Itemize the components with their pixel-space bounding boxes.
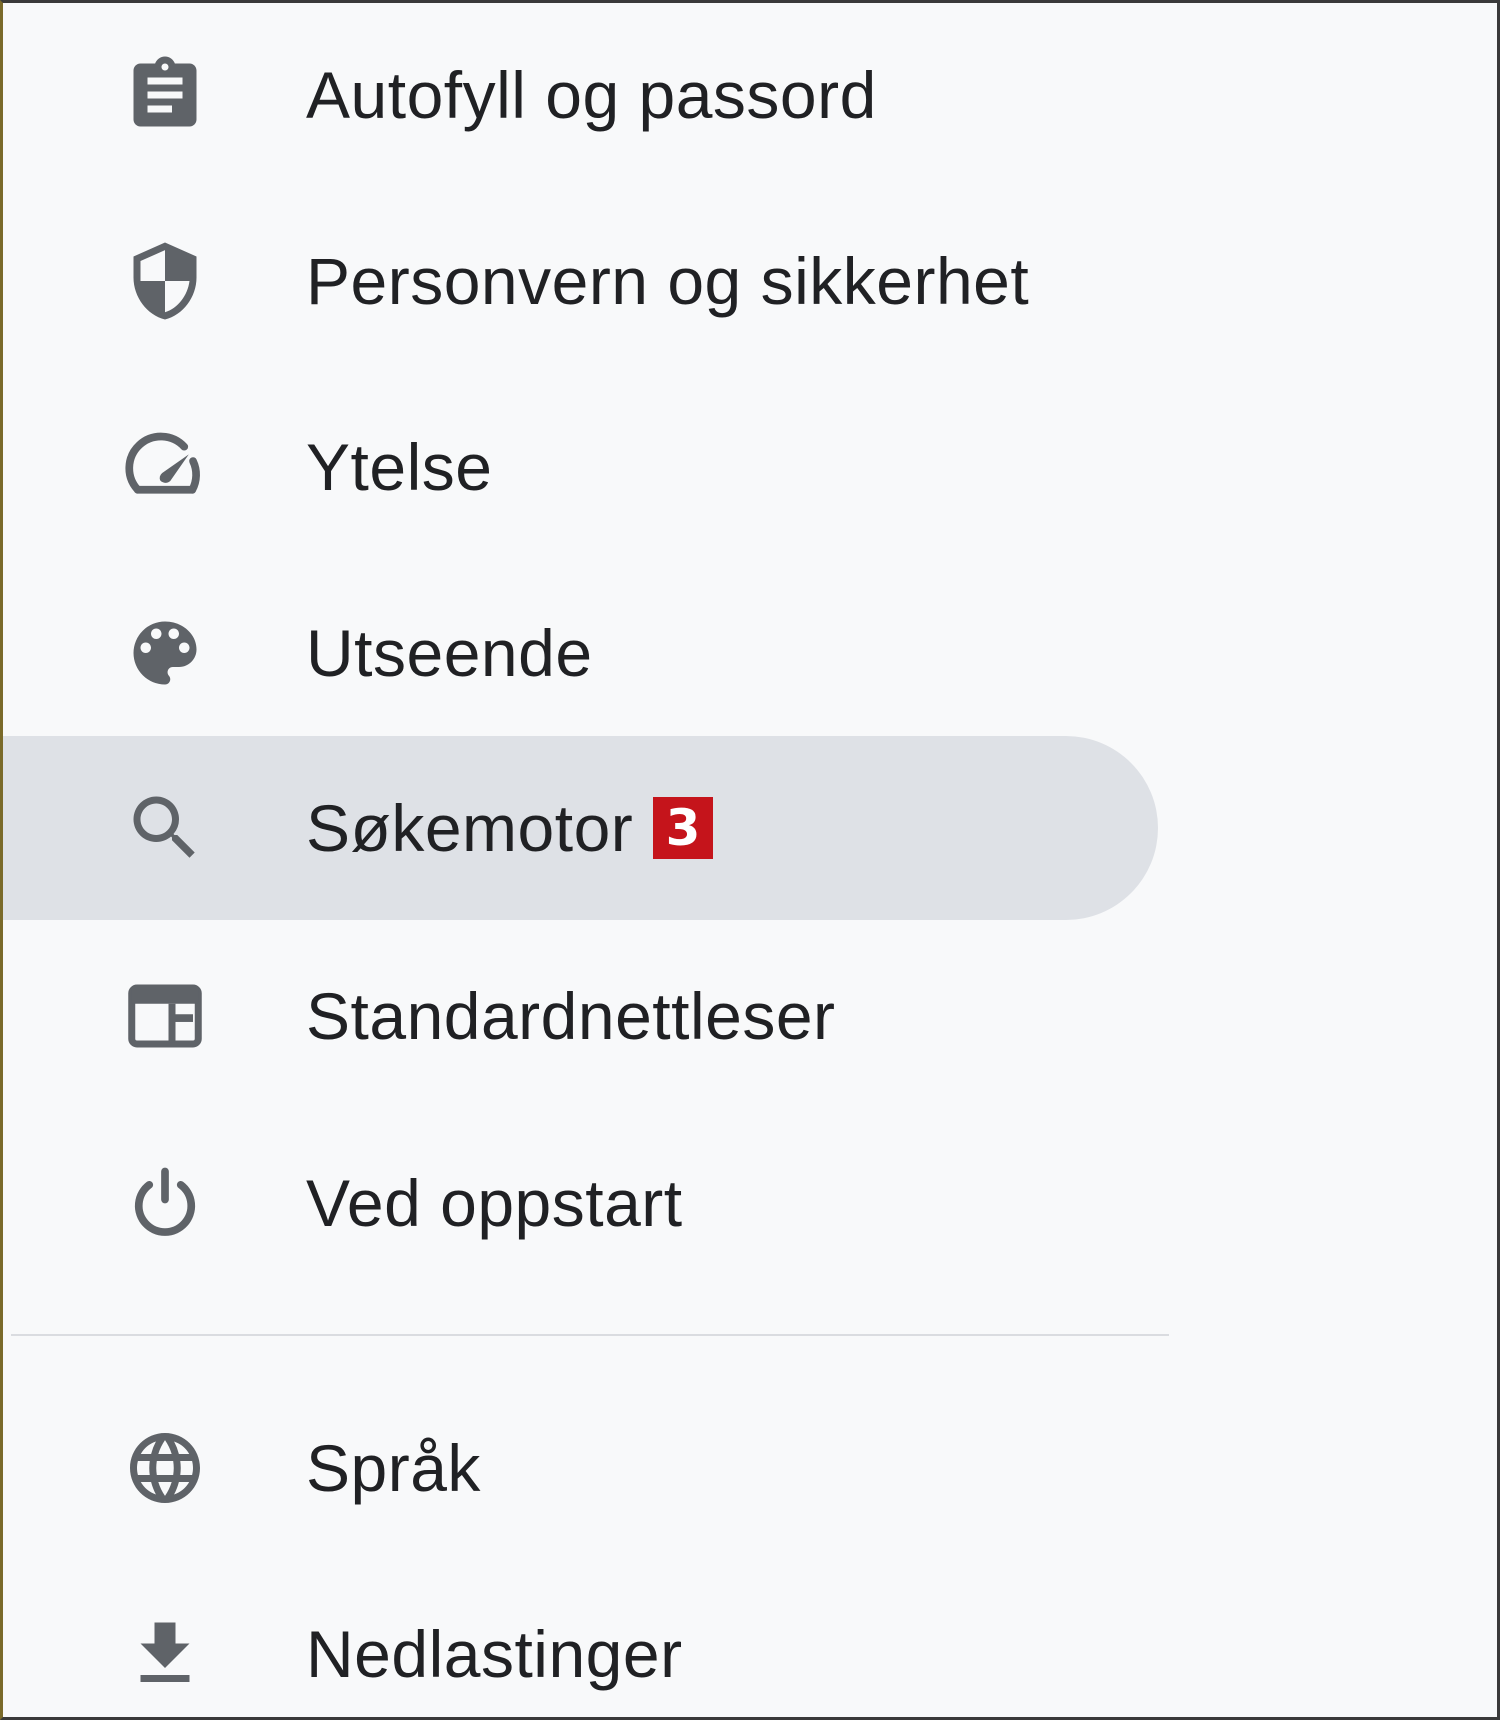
sidebar-item-label: Utseende (306, 616, 593, 690)
power-icon (123, 1161, 207, 1245)
sidebar-item-default-browser[interactable]: Standardnettleser (3, 924, 1158, 1108)
shield-icon (123, 239, 207, 323)
sidebar-item-label: Autofyll og passord (306, 58, 877, 132)
sidebar-item-privacy-security[interactable]: Personvern og sikkerhet (3, 189, 1158, 373)
palette-icon (123, 611, 207, 695)
search-icon (123, 786, 207, 870)
sidebar-item-label: Språk (306, 1431, 481, 1505)
sidebar-item-on-startup[interactable]: Ved oppstart (3, 1111, 1158, 1295)
sidebar-item-search-engine[interactable]: Søkemotor 3 (3, 736, 1158, 920)
clipboard-icon (123, 53, 207, 137)
sidebar-item-label: Standardnettleser (306, 979, 836, 1053)
sidebar-item-label: Ved oppstart (306, 1166, 683, 1240)
sidebar-item-label: Nedlastinger (306, 1617, 683, 1691)
browser-window-icon (123, 974, 207, 1058)
annotation-badge: 3 (653, 797, 714, 859)
sidebar-item-label: Personvern og sikkerhet (306, 244, 1030, 318)
settings-window: Autofyll og passord Personvern og sikker… (0, 0, 1500, 1720)
sidebar-item-languages[interactable]: Språk (3, 1376, 1158, 1560)
sidebar-item-appearance[interactable]: Utseende (3, 561, 1158, 745)
sidebar-item-downloads[interactable]: Nedlastinger (3, 1562, 1158, 1717)
sidebar-item-performance[interactable]: Ytelse (3, 375, 1158, 559)
download-icon (123, 1612, 207, 1696)
sidebar-item-label: Ytelse (306, 430, 493, 504)
globe-icon (123, 1426, 207, 1510)
speedometer-icon (123, 425, 207, 509)
section-divider (11, 1334, 1169, 1336)
sidebar-item-label: Søkemotor (306, 791, 634, 865)
sidebar-item-autofill[interactable]: Autofyll og passord (3, 3, 1158, 187)
